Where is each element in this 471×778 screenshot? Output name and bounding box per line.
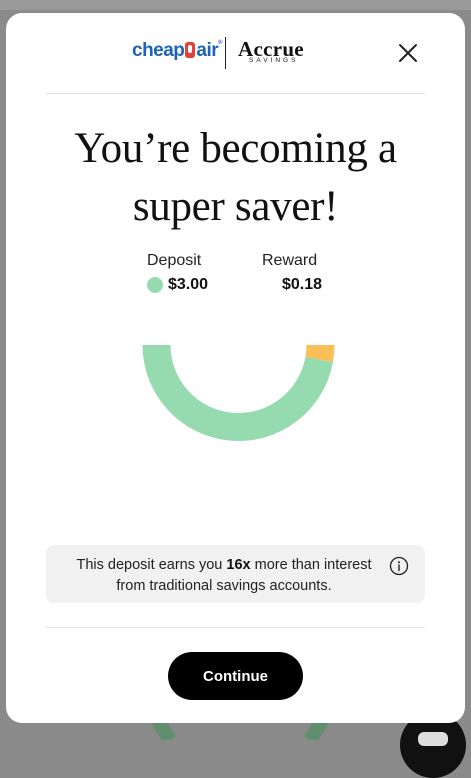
page-title-line1: You’re becoming a xyxy=(74,125,397,172)
chat-icon xyxy=(418,732,448,746)
info-text: This deposit earns you 16x more than int… xyxy=(66,555,382,597)
info-callout: This deposit earns you 16x more than int… xyxy=(46,545,425,603)
donut-segment-deposit xyxy=(142,345,333,441)
backdrop-top-bar xyxy=(0,0,471,10)
deposit-color-dot xyxy=(147,277,163,293)
reward-value: $0.18 xyxy=(282,276,323,293)
cheapoair-logo-mark xyxy=(185,42,196,58)
savings-donut-chart xyxy=(142,345,335,441)
modal-header: cheap air® Accrue SAVINGS xyxy=(6,13,465,93)
info-text-before: This deposit earns you xyxy=(76,557,227,573)
cheapoair-logo-text-2: air xyxy=(196,40,219,61)
cheapoair-logo: cheap air® xyxy=(132,40,223,62)
header-divider xyxy=(46,93,425,94)
page-title-line2: super saver! xyxy=(132,183,339,230)
footer-divider xyxy=(46,627,425,628)
close-icon[interactable] xyxy=(396,41,420,65)
deposit-value: $3.00 xyxy=(168,276,209,293)
cheapoair-logo-text: cheap xyxy=(132,40,185,61)
info-multiplier: 16x xyxy=(226,557,251,573)
accrue-logo-subtitle: SAVINGS xyxy=(249,57,299,64)
deposit-label: Deposit xyxy=(147,252,202,269)
continue-button[interactable]: Continue xyxy=(168,652,303,700)
reward-label: Reward xyxy=(262,252,318,269)
logo-divider xyxy=(225,37,226,69)
savings-modal: cheap air® Accrue SAVINGS You’re becoming… xyxy=(6,13,465,723)
info-icon[interactable] xyxy=(389,556,409,576)
cheapoair-logo-reg: ® xyxy=(218,40,223,46)
page-title: You’re becoming a super saver! xyxy=(26,120,445,236)
